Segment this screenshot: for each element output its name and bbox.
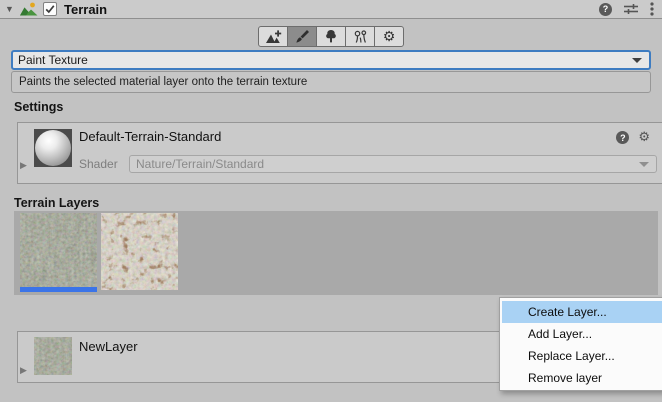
terrain-layers-label: Terrain Layers (14, 196, 99, 210)
paint-tool-dropdown[interactable]: Paint Texture (11, 50, 651, 70)
paint-details-button[interactable] (345, 26, 375, 47)
grass-texture-thumbnail (20, 213, 97, 287)
layer-context-menu: Create Layer... Add Layer... Replace Lay… (499, 297, 662, 391)
material-name: Default-Terrain-Standard (79, 129, 221, 144)
terrain-toolbar: ⚙ (258, 26, 404, 47)
menu-item-replace-layer[interactable]: Replace Layer... (502, 345, 662, 367)
terrain-layers-palette (14, 211, 658, 295)
checkmark-icon (44, 3, 56, 15)
layer-foldout-icon[interactable]: ▶ (20, 365, 27, 376)
paintbrush-icon (295, 29, 310, 44)
new-layer-thumbnail[interactable] (34, 337, 72, 375)
mountain-plus-icon (265, 30, 282, 44)
material-sphere (35, 130, 71, 166)
material-editor-box: ▶ Default-Terrain-Standard ? ⚙ Shader Na… (17, 122, 662, 184)
shader-dropdown: Nature/Terrain/Standard (129, 155, 657, 173)
create-neighbor-terrains-button[interactable] (258, 26, 288, 47)
settings-label: Settings (14, 100, 63, 114)
tool-description-text: Paints the selected material layer onto … (19, 76, 307, 88)
material-gear-icon[interactable]: ⚙ (638, 131, 650, 144)
gear-icon: ⚙ (383, 30, 396, 44)
chevron-down-icon (632, 58, 642, 63)
paint-trees-button[interactable] (316, 26, 346, 47)
new-layer-name: NewLayer (79, 339, 138, 354)
component-title: Terrain (64, 2, 107, 17)
terrain-inspector: ▼ Terrain ? (0, 0, 662, 402)
help-glyph: ? (620, 133, 626, 143)
details-grass-icon (353, 29, 368, 44)
menu-item-create-layer[interactable]: Create Layer... (502, 301, 662, 323)
shader-dropdown-value: Nature/Terrain/Standard (136, 157, 264, 171)
paint-terrain-button[interactable] (287, 26, 317, 47)
terrain-settings-button[interactable]: ⚙ (374, 26, 404, 47)
more-menu-icon[interactable] (650, 2, 654, 16)
terrain-layer-gravel[interactable] (101, 213, 178, 290)
menu-item-remove-layer[interactable]: Remove layer (502, 367, 662, 389)
material-foldout-icon[interactable]: ▶ (20, 160, 27, 171)
tree-icon (324, 29, 338, 44)
shader-label: Shader (79, 157, 118, 171)
paint-tool-dropdown-value: Paint Texture (18, 53, 88, 67)
foldout-open-icon[interactable]: ▼ (5, 4, 20, 14)
terrain-icon (20, 2, 38, 17)
presets-icon[interactable] (624, 3, 638, 15)
selected-layer-indicator (20, 287, 97, 292)
chevron-down-icon (639, 162, 649, 167)
material-preview[interactable] (34, 129, 72, 167)
help-icon[interactable]: ? (599, 3, 612, 16)
gravel-texture-thumbnail (101, 213, 178, 290)
component-enabled-checkbox[interactable] (43, 2, 57, 16)
tool-description-box: Paints the selected material layer onto … (11, 71, 651, 93)
component-header: ▼ Terrain ? (0, 0, 662, 19)
help-glyph: ? (603, 4, 609, 14)
menu-item-add-layer[interactable]: Add Layer... (502, 323, 662, 345)
material-help-icon[interactable]: ? (616, 131, 629, 144)
terrain-layer-grass[interactable] (20, 213, 97, 292)
